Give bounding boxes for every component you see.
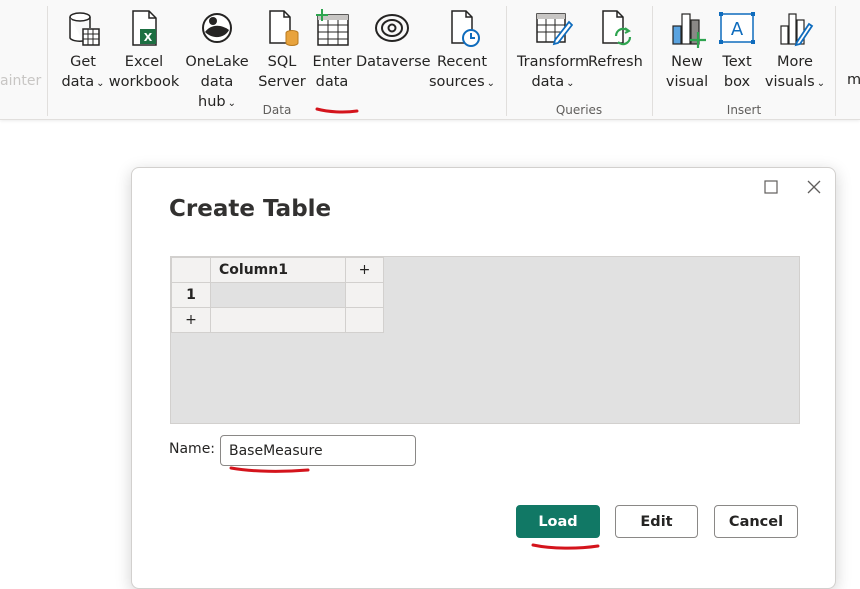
- more-visuals-icon: [762, 8, 828, 48]
- ribbon-separator: [835, 6, 836, 116]
- refresh-icon: [588, 8, 642, 48]
- load-button[interactable]: Load: [516, 505, 600, 538]
- more-visuals-label-2: visuals: [764, 74, 815, 90]
- enter-data-label-1: Enter: [312, 54, 352, 70]
- enter-data-label-2: data: [315, 74, 349, 90]
- sql-server-button[interactable]: SQL Server: [258, 8, 306, 92]
- add-row-button[interactable]: +: [171, 307, 211, 333]
- ribbon-separator: [47, 6, 48, 116]
- recent-sources-button[interactable]: Recent sources ⌄: [428, 8, 496, 94]
- svg-text:A: A: [731, 19, 744, 40]
- refresh-label: Refresh: [588, 54, 643, 70]
- add-column-button[interactable]: +: [345, 257, 384, 283]
- dataverse-button[interactable]: Dataverse: [356, 8, 431, 72]
- maximize-icon: [764, 180, 778, 194]
- chevron-down-icon: ⌄: [486, 78, 496, 89]
- edit-button[interactable]: Edit: [615, 505, 698, 538]
- table-filler-cell: [345, 307, 384, 333]
- row-number: 1: [171, 282, 211, 308]
- red-underline-annotation: [531, 543, 600, 550]
- chevron-down-icon: ⌄: [227, 98, 236, 109]
- cut-off-label: m: [847, 72, 860, 88]
- text-box-label-2: box: [723, 74, 751, 90]
- data-entry-table: Column1 + 1 +: [171, 257, 384, 333]
- table-row: 1: [171, 282, 384, 308]
- excel-label-2: workbook: [108, 74, 180, 90]
- refresh-button[interactable]: Refresh: [588, 8, 643, 72]
- text-box-button[interactable]: A Text box: [714, 8, 760, 92]
- chevron-down-icon: ⌄: [816, 78, 826, 89]
- painter-label-partial: ainter: [0, 73, 42, 89]
- close-icon: [807, 180, 821, 194]
- ribbon: ainter Get data ⌄ X Excel workbook OneLak…: [0, 0, 860, 120]
- onelake-icon: [180, 8, 254, 48]
- more-visuals-label-1: More: [777, 54, 813, 70]
- text-box-icon: A: [714, 8, 760, 48]
- enter-data-table-icon: [308, 8, 356, 48]
- get-data-button[interactable]: Get data ⌄: [56, 8, 110, 94]
- get-data-label-1: Get: [70, 54, 96, 70]
- new-visual-icon: [663, 8, 711, 48]
- recent-label-2: sources: [428, 74, 485, 90]
- transform-label-2: data: [531, 74, 565, 90]
- cancel-button[interactable]: Cancel: [714, 505, 798, 538]
- add-row-row: +: [171, 307, 384, 333]
- new-visual-label-2: visual: [665, 74, 709, 90]
- table-filler-cell: [210, 307, 346, 333]
- more-visuals-button[interactable]: More visuals ⌄: [762, 8, 828, 94]
- table-cell[interactable]: [210, 282, 346, 308]
- new-visual-label-1: New: [671, 54, 703, 70]
- table-name-input[interactable]: [220, 435, 416, 466]
- group-label-insert: Insert: [726, 103, 762, 117]
- table-editor-area: Column1 + 1 +: [170, 256, 800, 424]
- group-label-data: Data: [262, 103, 292, 117]
- ribbon-separator: [506, 6, 507, 116]
- onelake-label-1: OneLake: [185, 54, 249, 70]
- dialog-title: Create Table: [169, 196, 332, 222]
- column-header[interactable]: Column1: [210, 257, 346, 283]
- enter-data-button[interactable]: Enter data: [308, 8, 356, 92]
- dataverse-label: Dataverse: [356, 54, 431, 70]
- transform-label-1: Transform: [516, 54, 590, 70]
- recent-label-1: Recent: [436, 54, 488, 70]
- database-icon: [56, 8, 110, 48]
- new-visual-button[interactable]: New visual: [663, 8, 711, 92]
- table-filler-cell: [345, 282, 384, 308]
- chevron-down-icon: ⌄: [566, 78, 575, 89]
- red-underline-annotation: [229, 466, 310, 473]
- transform-data-icon: [516, 8, 590, 48]
- red-underline-annotation: [315, 107, 359, 114]
- svg-text:X: X: [144, 31, 153, 44]
- create-table-dialog: Create Table Column1 + 1 + Name: BaseMea…: [131, 167, 836, 589]
- sql-label-2: Server: [258, 74, 306, 90]
- chevron-down-icon: ⌄: [96, 78, 105, 89]
- dataverse-icon: [356, 8, 428, 48]
- text-box-label-1: Text: [722, 54, 752, 70]
- transform-data-button[interactable]: Transform data ⌄: [516, 8, 590, 94]
- sql-server-icon: [258, 8, 306, 48]
- ribbon-separator: [652, 6, 653, 116]
- excel-icon: X: [108, 8, 180, 48]
- sql-label-1: SQL: [267, 54, 297, 70]
- maximize-button[interactable]: [760, 176, 782, 198]
- recent-sources-icon: [428, 8, 496, 48]
- cut-off-ribbon-button[interactable]: m: [847, 70, 860, 90]
- table-corner-cell: [171, 257, 211, 283]
- onelake-data-hub-button[interactable]: OneLake data hub ⌄: [180, 8, 254, 114]
- name-label: Name:: [169, 441, 216, 457]
- excel-label-1: Excel: [124, 54, 164, 70]
- group-label-queries: Queries: [555, 103, 603, 117]
- table-header-row: Column1 +: [171, 257, 384, 283]
- close-button[interactable]: [803, 176, 825, 198]
- get-data-label-2: data: [61, 74, 95, 90]
- excel-workbook-button[interactable]: X Excel workbook: [108, 8, 180, 92]
